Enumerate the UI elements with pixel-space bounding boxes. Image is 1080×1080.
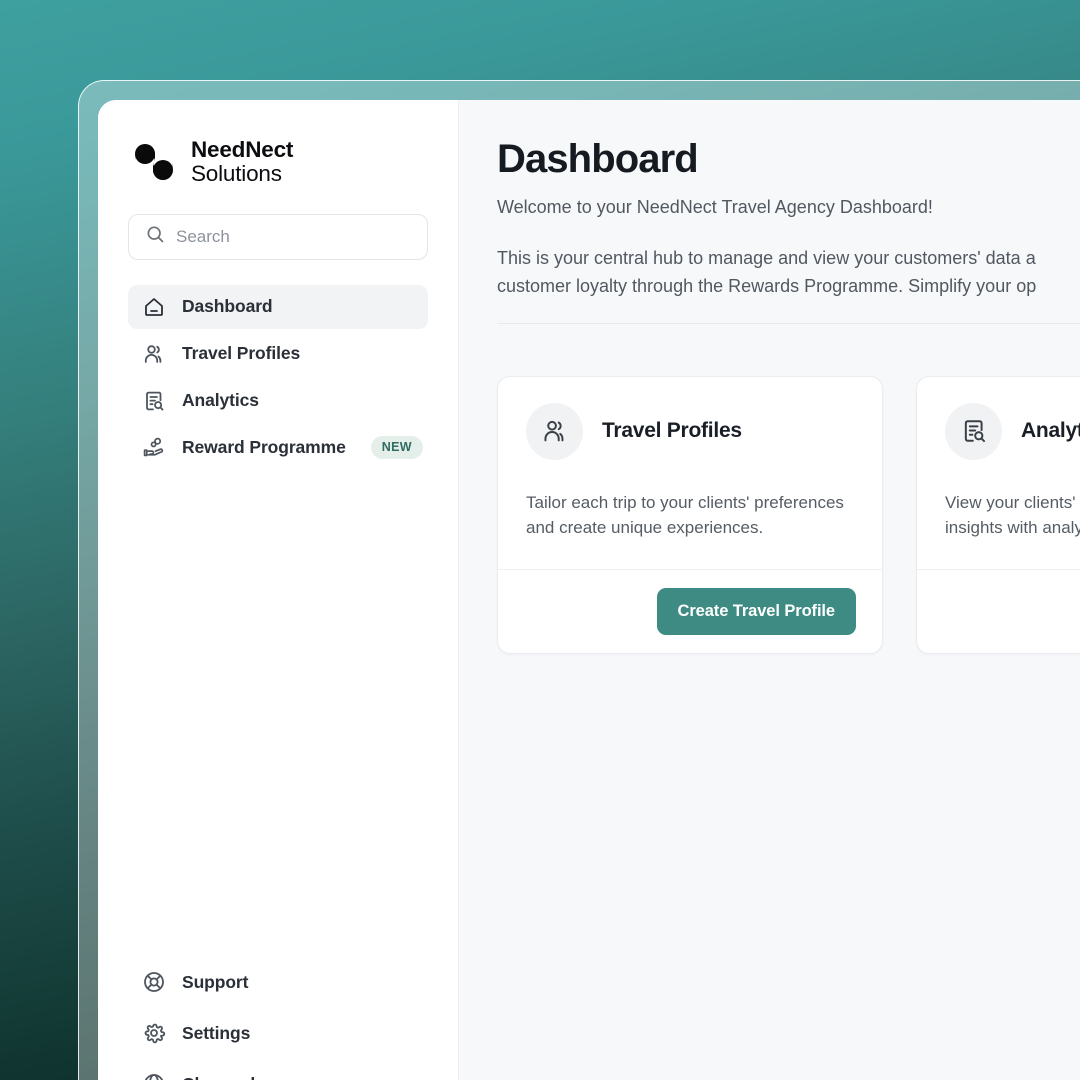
document-search-icon <box>945 402 1002 460</box>
brand-logo[interactable]: NeedNect Solutions <box>131 137 428 187</box>
card-body: Travel Profiles Tailor each trip to your… <box>498 377 882 569</box>
sidebar-item-settings[interactable]: Settings <box>128 1011 428 1055</box>
gear-icon <box>142 1021 166 1045</box>
globe-icon <box>142 1072 166 1080</box>
brand-name: NeedNect Solutions <box>191 137 294 187</box>
document-search-icon <box>142 389 166 413</box>
card-footer: View <box>917 568 1080 653</box>
brand-line-1: NeedNect <box>191 137 294 162</box>
users-icon <box>526 402 583 460</box>
card-footer: Create Travel Profile <box>498 568 882 653</box>
sidebar-item-label: Settings <box>182 1022 251 1043</box>
primary-navigation: Dashboard Travel Profiles Analytics Rewa… <box>128 284 428 470</box>
users-icon <box>142 342 166 366</box>
main-content: Dashboard Welcome to your NeedNect Trave… <box>459 100 1080 1080</box>
search-box[interactable] <box>128 213 428 260</box>
sidebar-item-dashboard[interactable]: Dashboard <box>128 284 428 329</box>
card-header: Analytics <box>945 402 1080 460</box>
card-description: Tailor each trip to your clients' prefer… <box>526 492 844 538</box>
intro-paragraph: This is your central hub to manage and v… <box>497 248 1037 297</box>
section-divider <box>497 322 1080 324</box>
sidebar-item-analytics[interactable]: Analytics <box>128 379 428 423</box>
card-header: Travel Profiles <box>526 402 854 460</box>
card-body: Analytics View your clients' insights wi… <box>917 377 1080 569</box>
card-title: Travel Profiles <box>602 419 742 443</box>
sidebar: NeedNect Solutions Search Dashboard Trav… <box>98 100 459 1080</box>
sidebar-item-label: Dashboard <box>182 296 273 317</box>
page-title: Dashboard <box>497 137 699 181</box>
card-description: View your clients' insights with analy <box>945 492 1080 538</box>
sidebar-item-travel-profiles[interactable]: Travel Profiles <box>128 332 428 376</box>
lifebuoy-icon <box>142 970 166 994</box>
sidebar-item-label: Reward Programme <box>182 437 346 458</box>
hand-coins-icon <box>142 436 166 460</box>
search-icon <box>145 224 165 249</box>
sidebar-item-label: Change language <box>182 1074 326 1080</box>
sidebar-item-reward-programme[interactable]: Reward Programme NEW <box>128 426 428 470</box>
footer-navigation: Support Settings <box>128 960 428 1080</box>
brand-line-2: Solutions <box>191 161 282 187</box>
sidebar-item-label: Travel Profiles <box>182 343 301 364</box>
home-icon <box>142 295 166 319</box>
feature-card-row: Travel Profiles Tailor each trip to your… <box>497 375 1080 654</box>
needNect-logo-icon <box>131 140 177 184</box>
status-badge: NEW <box>370 436 423 459</box>
search-input[interactable] <box>176 226 411 247</box>
create-travel-profile-button[interactable]: Create Travel Profile <box>656 587 856 635</box>
sidebar-item-change-language[interactable]: Change language <box>128 1062 428 1080</box>
desktop-backdrop: NeedNect Solutions Search Dashboard Trav… <box>0 0 1080 1080</box>
feature-card-analytics: Analytics View your clients' insights wi… <box>916 375 1080 654</box>
sidebar-item-label: Analytics <box>182 390 259 411</box>
card-title: Analytics <box>1021 419 1080 443</box>
feature-card-travel-profiles: Travel Profiles Tailor each trip to your… <box>497 375 883 654</box>
welcome-text: Welcome to your NeedNect Travel Agency D… <box>497 197 933 217</box>
sidebar-item-support[interactable]: Support <box>128 960 428 1004</box>
sidebar-item-label: Support <box>182 971 249 992</box>
app-window: NeedNect Solutions Search Dashboard Trav… <box>98 100 1080 1080</box>
